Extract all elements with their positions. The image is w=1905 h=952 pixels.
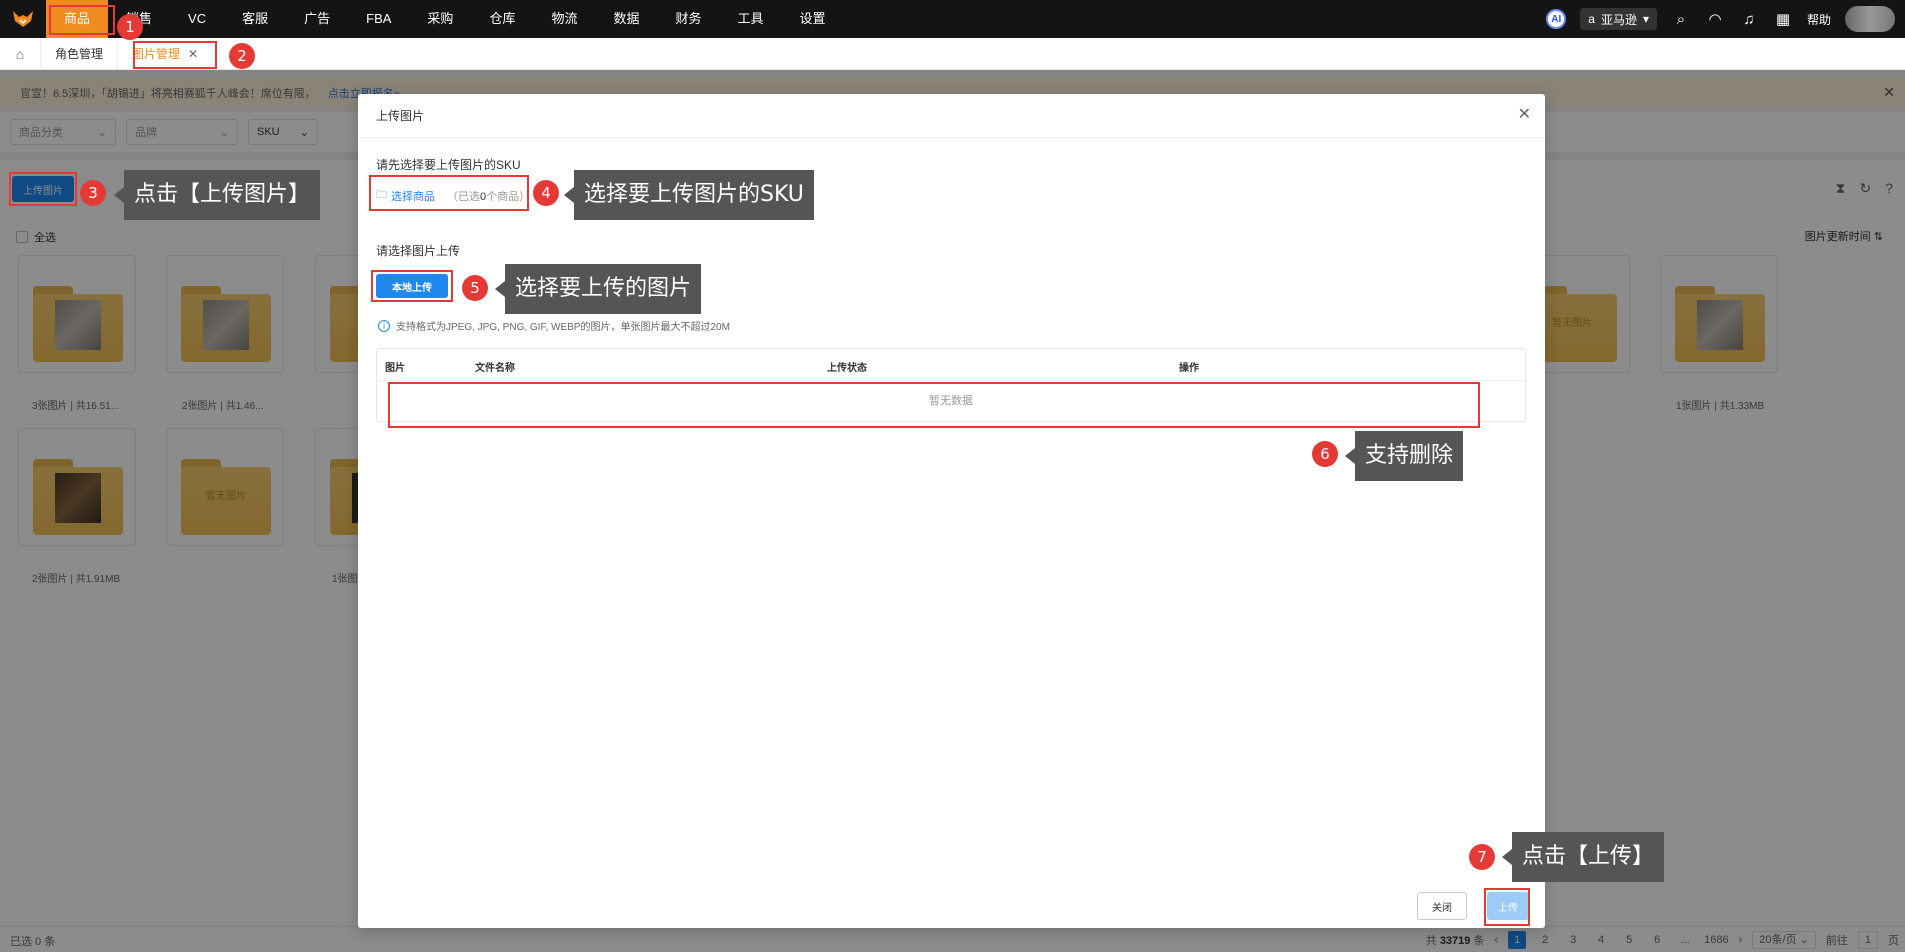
sku-section-title: 请先选择要上传图片的SKU xyxy=(376,158,521,172)
column-header: 文件名称 xyxy=(475,363,515,374)
highlight-box xyxy=(369,175,529,211)
nav-item-customer-service[interactable]: 客服 xyxy=(224,0,286,38)
column-header: 上传状态 xyxy=(827,363,867,374)
store-select[interactable]: a 亚马逊 ▾ xyxy=(1580,8,1657,30)
step-number: 6 xyxy=(1312,441,1338,467)
nav-item-purchase[interactable]: 采购 xyxy=(409,0,471,38)
upload-section-title: 请选择图片上传 xyxy=(376,244,461,258)
info-icon: i xyxy=(378,319,390,332)
tab-bar: ⌂ 角色管理 图片管理 ✕ xyxy=(0,37,1905,70)
bell-icon[interactable]: ♫ xyxy=(1739,11,1759,28)
nav-item-tools[interactable]: 工具 xyxy=(720,0,782,38)
close-button[interactable]: 关闭 xyxy=(1417,892,1467,920)
highlight-box xyxy=(9,172,77,206)
tab-role-management[interactable]: 角色管理 xyxy=(40,37,117,70)
caret-down-icon: ▾ xyxy=(1642,12,1649,26)
step-number: 5 xyxy=(462,275,488,301)
top-navigation: 商品 销售 VC 客服 广告 FBA 采购 仓库 物流 数据 财务 工具 设置 … xyxy=(0,0,1905,38)
highlight-box xyxy=(1484,888,1530,926)
nav-item-logistics[interactable]: 物流 xyxy=(533,0,595,38)
column-header: 图片 xyxy=(385,363,405,374)
nav-item-ads[interactable]: 广告 xyxy=(286,0,348,38)
amazon-icon: a xyxy=(1588,12,1595,26)
nav-item-settings[interactable]: 设置 xyxy=(782,0,844,38)
callout: 支持删除 xyxy=(1344,431,1464,481)
avatar[interactable] xyxy=(1845,6,1895,32)
headset-icon[interactable]: ◠ xyxy=(1705,10,1725,28)
nav-item-warehouse[interactable]: 仓库 xyxy=(471,0,533,38)
callout: 点击【上传】 xyxy=(1501,832,1665,882)
column-header: 操作 xyxy=(1179,363,1199,374)
search-icon[interactable]: ⌕ xyxy=(1671,11,1691,28)
ai-icon[interactable]: AI xyxy=(1546,9,1567,29)
callout: 选择要上传图片的SKU xyxy=(564,170,814,220)
callout: 点击【上传图片】 xyxy=(113,170,321,220)
table-header: 图片 文件名称 上传状态 操作 xyxy=(377,349,1525,381)
format-tip-text: 支持格式为JPEG, JPG, PNG, GIF, WEBP的图片，单张图片最大… xyxy=(396,322,730,333)
help-link[interactable]: 帮助 xyxy=(1807,11,1831,28)
highlight-box xyxy=(133,41,217,69)
apps-grid-icon[interactable]: ▦ xyxy=(1773,10,1793,28)
store-select-label: 亚马逊 xyxy=(1600,12,1637,27)
upload-image-dialog: 上传图片 ✕ 请先选择要上传图片的SKU 🗀 选择商品 （已选0个商品） 请选择… xyxy=(358,94,1545,928)
tab-label: 角色管理 xyxy=(55,46,104,61)
close-icon[interactable]: ✕ xyxy=(1518,104,1531,124)
nav-item-data[interactable]: 数据 xyxy=(595,0,657,38)
dialog-title: 上传图片 xyxy=(358,94,1545,138)
nav-item-fba[interactable]: FBA xyxy=(348,0,409,38)
nav-item-vc[interactable]: VC xyxy=(170,0,224,38)
highlight-box xyxy=(371,270,453,302)
fox-logo-icon[interactable] xyxy=(0,0,46,38)
step-number: 2 xyxy=(229,43,255,69)
callout: 选择要上传的图片 xyxy=(494,264,702,314)
home-icon[interactable]: ⌂ xyxy=(0,46,40,62)
nav-item-finance[interactable]: 财务 xyxy=(657,0,719,38)
step-number: 1 xyxy=(117,14,143,40)
step-number: 3 xyxy=(80,180,106,206)
highlight-box xyxy=(49,5,115,35)
highlight-box xyxy=(388,382,1480,428)
step-number: 4 xyxy=(533,180,559,206)
format-tip: i 支持格式为JPEG, JPG, PNG, GIF, WEBP的图片，单张图片… xyxy=(378,318,730,333)
step-number: 7 xyxy=(1469,844,1495,870)
